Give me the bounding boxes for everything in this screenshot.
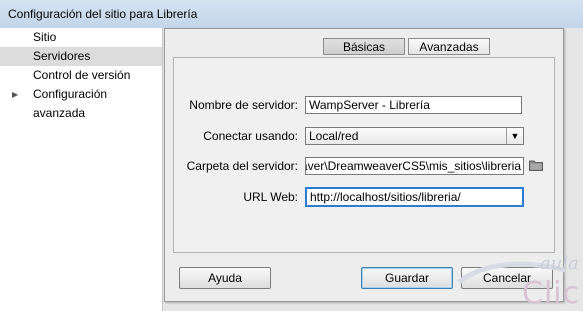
sidebar-item-label: Configuración avanzada: [33, 87, 108, 120]
save-button[interactable]: Guardar: [361, 267, 453, 289]
help-button[interactable]: Ayuda: [179, 267, 271, 289]
window-title: Configuración del sitio para Librería: [8, 7, 198, 21]
tab-basicas[interactable]: Básicas: [323, 38, 405, 55]
server-name-input[interactable]: WampServer - Librería: [305, 96, 522, 114]
sidebar-item-control-de-version[interactable]: Control de versión: [0, 66, 162, 85]
folder-icon[interactable]: [529, 159, 543, 171]
web-url-label: URL Web:: [243, 190, 298, 204]
sidebar-item-sitio[interactable]: Sitio: [0, 28, 162, 47]
watermark-text: aula: [540, 253, 579, 274]
watermark-logo: Clic: [522, 276, 581, 311]
connect-using-select[interactable]: Local/red ▼: [305, 127, 524, 145]
triangle-right-icon[interactable]: ▶: [12, 85, 18, 104]
sidebar-item-configuracion-avanzada[interactable]: ▶ Configuración avanzada: [0, 85, 162, 120]
basic-settings-panel: Nombre de servidor: WampServer - Librerí…: [173, 57, 555, 253]
title-bar: Configuración del sitio para Librería: [0, 0, 583, 29]
tab-avanzadas[interactable]: Avanzadas: [408, 38, 490, 55]
connect-using-label: Conectar usando:: [203, 129, 298, 143]
sidebar-item-label: Control de versión: [33, 68, 131, 82]
sidebar-item-label: Sitio: [33, 30, 57, 44]
sidebar-item-servidores[interactable]: Servidores: [0, 47, 162, 66]
chevron-down-icon[interactable]: ▼: [506, 128, 523, 144]
sidebar-item-label: Servidores: [33, 49, 91, 63]
site-settings-window: Configuración del sitio para Librería Si…: [0, 0, 583, 311]
server-folder-input[interactable]: weaver\DreamweaverCS5\mis_sitios\libreri…: [305, 157, 524, 175]
server-name-label: Nombre de servidor:: [189, 98, 298, 112]
web-url-input[interactable]: http://localhost/sitios/libreria/: [305, 187, 524, 207]
category-list: Sitio Servidores Control de versión ▶ Co…: [0, 28, 163, 311]
connect-using-value: Local/red: [309, 129, 359, 143]
server-folder-label: Carpeta del servidor:: [186, 159, 298, 173]
server-folder-value: weaver\DreamweaverCS5\mis_sitios\libreri…: [305, 159, 521, 173]
